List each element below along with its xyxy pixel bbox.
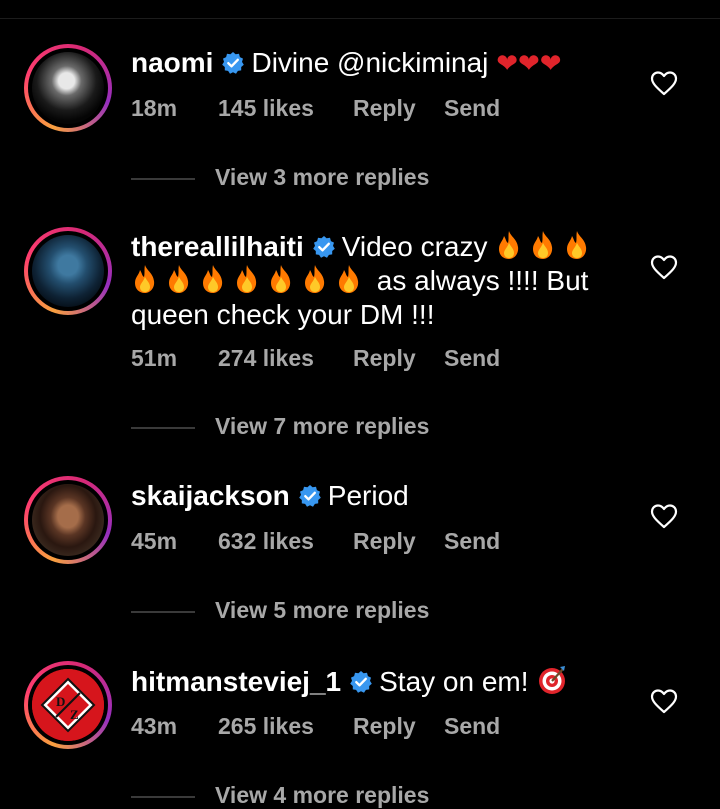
fire-emoji-icon [233, 264, 261, 294]
target-emoji-icon [539, 666, 566, 694]
comment-body: hitmansteviej_1 Stay on em! [131, 664, 601, 699]
fire-emoji-icon [563, 230, 591, 260]
reply-button[interactable]: Reply [353, 713, 416, 740]
heart-icon[interactable] [650, 70, 678, 96]
likes-count[interactable]: 265 likes [218, 713, 314, 740]
fire-emoji-icon [529, 230, 557, 260]
fire-emoji-icon [199, 264, 227, 294]
comment-text: Video crazy [341, 231, 488, 262]
fire-emoji-icon [267, 264, 295, 294]
verified-badge-icon [298, 484, 322, 508]
avatar-logo-letter: D [56, 694, 65, 709]
view-replies-label[interactable]: View 7 more replies [215, 413, 429, 440]
username[interactable]: hitmansteviej_1 [131, 666, 341, 697]
heart-icon[interactable] [650, 254, 678, 280]
reply-button[interactable]: Reply [353, 345, 416, 372]
avatar[interactable]: D Z [24, 661, 112, 749]
comment-body: skaijackson Period [131, 479, 601, 513]
heart-icon[interactable] [650, 688, 678, 714]
send-button[interactable]: Send [444, 528, 500, 555]
verified-badge-icon [312, 235, 336, 259]
heart-icon[interactable] [650, 503, 678, 529]
verified-badge-icon [349, 670, 373, 694]
comment-time: 45m [131, 528, 178, 554]
fire-emoji-icon [131, 264, 159, 294]
reply-button[interactable]: Reply [353, 95, 416, 122]
comment-text: Divine @nickiminaj [251, 47, 489, 78]
likes-count[interactable]: 145 likes [218, 95, 314, 122]
avatar-photo [32, 484, 104, 556]
comment-text: queen check your DM !!! [131, 299, 435, 330]
heart-emoji: ❤❤❤ [496, 48, 562, 78]
avatar[interactable] [24, 476, 112, 564]
reply-button[interactable]: Reply [353, 528, 416, 555]
fire-emoji-icon [335, 264, 363, 294]
fire-emoji-icon [301, 264, 329, 294]
comment-text: as always !!!! But [376, 265, 589, 296]
comment-text: Stay on em! [379, 666, 529, 697]
avatar-logo-letter: Z [70, 707, 79, 722]
likes-count[interactable]: 274 likes [218, 345, 314, 372]
username[interactable]: naomi [131, 47, 213, 78]
comment-text: Period [327, 480, 409, 511]
avatar[interactable] [24, 44, 112, 132]
send-button[interactable]: Send [444, 345, 500, 372]
comment-time: 43m [131, 713, 178, 739]
view-replies-label[interactable]: View 5 more replies [215, 597, 429, 624]
username[interactable]: skaijackson [131, 480, 290, 511]
comment-time: 51m [131, 345, 178, 371]
fire-emoji-icon [165, 264, 193, 294]
comment-time: 18m [131, 95, 178, 121]
top-divider [0, 18, 720, 19]
comment-body: naomi Divine @nickiminaj ❤❤❤ [131, 46, 601, 80]
view-replies-label[interactable]: View 3 more replies [215, 164, 429, 191]
avatar-photo: D Z [32, 669, 104, 741]
username[interactable]: thereallilhaiti [131, 231, 304, 262]
send-button[interactable]: Send [444, 95, 500, 122]
avatar-photo [32, 52, 104, 124]
send-button[interactable]: Send [444, 713, 500, 740]
avatar-photo [32, 235, 104, 307]
avatar[interactable] [24, 227, 112, 315]
fire-emoji-icon [495, 230, 523, 260]
comment-body: thereallilhaiti Video crazy as always !!!… [131, 230, 601, 332]
verified-badge-icon [221, 51, 245, 75]
dz-logo-icon: D Z [32, 669, 104, 741]
likes-count[interactable]: 632 likes [218, 528, 314, 555]
